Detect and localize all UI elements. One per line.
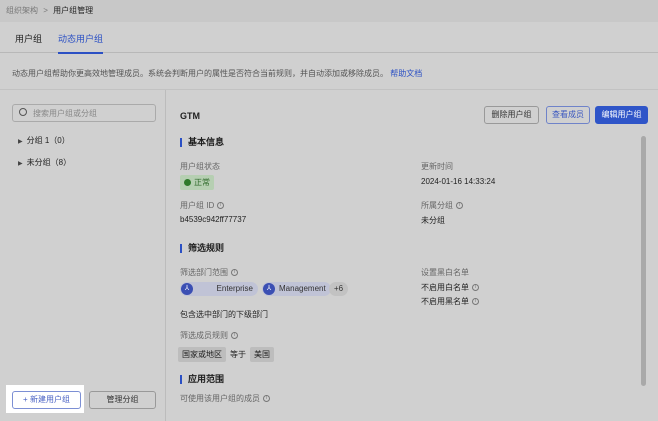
search-input[interactable]: 搜索用户组或分组 — [12, 104, 156, 122]
tab-bar: 用户组 动态用户组 — [0, 22, 658, 54]
group-title: GTM — [180, 111, 200, 121]
blacklist-status: 不启用黑名单 i — [421, 296, 479, 307]
info-icon[interactable]: i — [263, 395, 270, 403]
sidebar: 搜索用户组或分组 ▶ 分组 1（0） ▶ 未分组（8） + 新建用户组 管理分组 — [0, 90, 166, 421]
updated-label: 更新时间 — [421, 162, 453, 171]
more-depts-chip[interactable]: +6 — [329, 282, 349, 296]
group-id-value: b4539c942ff77737 — [180, 215, 247, 224]
parent-group-label: 所属分组 i — [421, 200, 463, 211]
tree-item-label: 未分组（8） — [26, 158, 72, 167]
updated-value: 2024-01-16 14:33:24 — [421, 177, 496, 186]
info-icon[interactable]: i — [472, 284, 479, 292]
search-icon — [19, 108, 27, 116]
manage-groups-button[interactable]: 管理分组 — [89, 391, 156, 409]
whitelist-status: 不启用白名单 i — [421, 282, 479, 293]
description: 动态用户组帮助你更高效地管理成员。系统会判断用户的属性是否符合当前规则，并自动添… — [12, 68, 422, 79]
section-filter-rules: 筛选规则 — [180, 244, 224, 253]
scope-members-label: 可使用该用户组的成员 i — [180, 393, 270, 404]
department-icon: ⅄ — [181, 283, 193, 295]
dept-chip: ⅄ Management — [262, 282, 331, 296]
search-placeholder: 搜索用户组或分组 — [33, 109, 97, 118]
group-id-label: 用户组 ID i — [180, 200, 225, 211]
new-user-group-button[interactable]: + 新建用户组 — [12, 391, 81, 409]
tab-dynamic-user-groups[interactable]: 动态用户组 — [58, 32, 104, 54]
status-label: 用户组状态 — [180, 162, 220, 171]
member-rule-label: 筛选成员规则 i — [180, 330, 238, 341]
parent-group-value: 未分组 — [421, 216, 445, 225]
rule-operator: 等于 — [230, 350, 246, 359]
info-icon[interactable]: i — [456, 202, 463, 210]
view-members-button[interactable]: 查看成员 — [546, 106, 590, 124]
status-text: 正常 — [194, 178, 210, 187]
tree-item-group-1[interactable]: ▶ 分组 1（0） — [18, 135, 70, 146]
description-text: 动态用户组帮助你更高效地管理成员。系统会判断用户的属性是否符合当前规则，并自动添… — [12, 69, 388, 78]
section-scope: 应用范围 — [180, 375, 224, 384]
breadcrumb-separator: > — [43, 6, 48, 15]
main-panel: 搜索用户组或分组 ▶ 分组 1（0） ▶ 未分组（8） + 新建用户组 管理分组 G… — [0, 89, 658, 421]
breadcrumb-current: 用户组管理 — [53, 6, 94, 15]
caret-right-icon: ▶ — [18, 139, 23, 145]
delete-group-button[interactable]: 删除用户组 — [484, 106, 539, 124]
dept-scope-label: 筛选部门范围 i — [180, 267, 238, 278]
rule-field: 国家或地区 — [178, 347, 226, 362]
department-icon: ⅄ — [263, 283, 275, 295]
dept-chip: ⅄ Enterprise — [180, 282, 258, 296]
info-icon[interactable]: i — [217, 202, 225, 210]
breadcrumb-parent[interactable]: 组织架构 — [6, 6, 38, 15]
breadcrumb: 组织架构 > 用户组管理 — [0, 0, 658, 22]
info-icon[interactable]: i — [231, 332, 238, 340]
tree-item-label: 分组 1（0） — [26, 136, 70, 145]
list-label: 设置黑白名单 — [421, 268, 469, 277]
edit-group-button[interactable]: 编辑用户组 — [595, 106, 648, 124]
info-icon[interactable]: i — [231, 269, 238, 277]
caret-right-icon: ▶ — [18, 161, 23, 167]
include-sub-depts: 包含选中部门的下级部门 — [180, 310, 268, 319]
scrollbar[interactable] — [641, 136, 646, 386]
check-circle-icon — [184, 179, 191, 186]
detail-panel: GTM 删除用户组 查看成员 编辑用户组 基本信息 用户组状态 正常 更新时间 … — [166, 90, 658, 421]
section-basic-info: 基本信息 — [180, 138, 224, 147]
tree-item-ungrouped[interactable]: ▶ 未分组（8） — [18, 157, 71, 168]
help-doc-link[interactable]: 帮助文档 — [390, 69, 422, 78]
tab-user-groups[interactable]: 用户组 — [15, 32, 42, 45]
info-icon[interactable]: i — [472, 298, 479, 306]
status-badge: 正常 — [180, 175, 214, 190]
rule-value: 美国 — [250, 347, 274, 362]
